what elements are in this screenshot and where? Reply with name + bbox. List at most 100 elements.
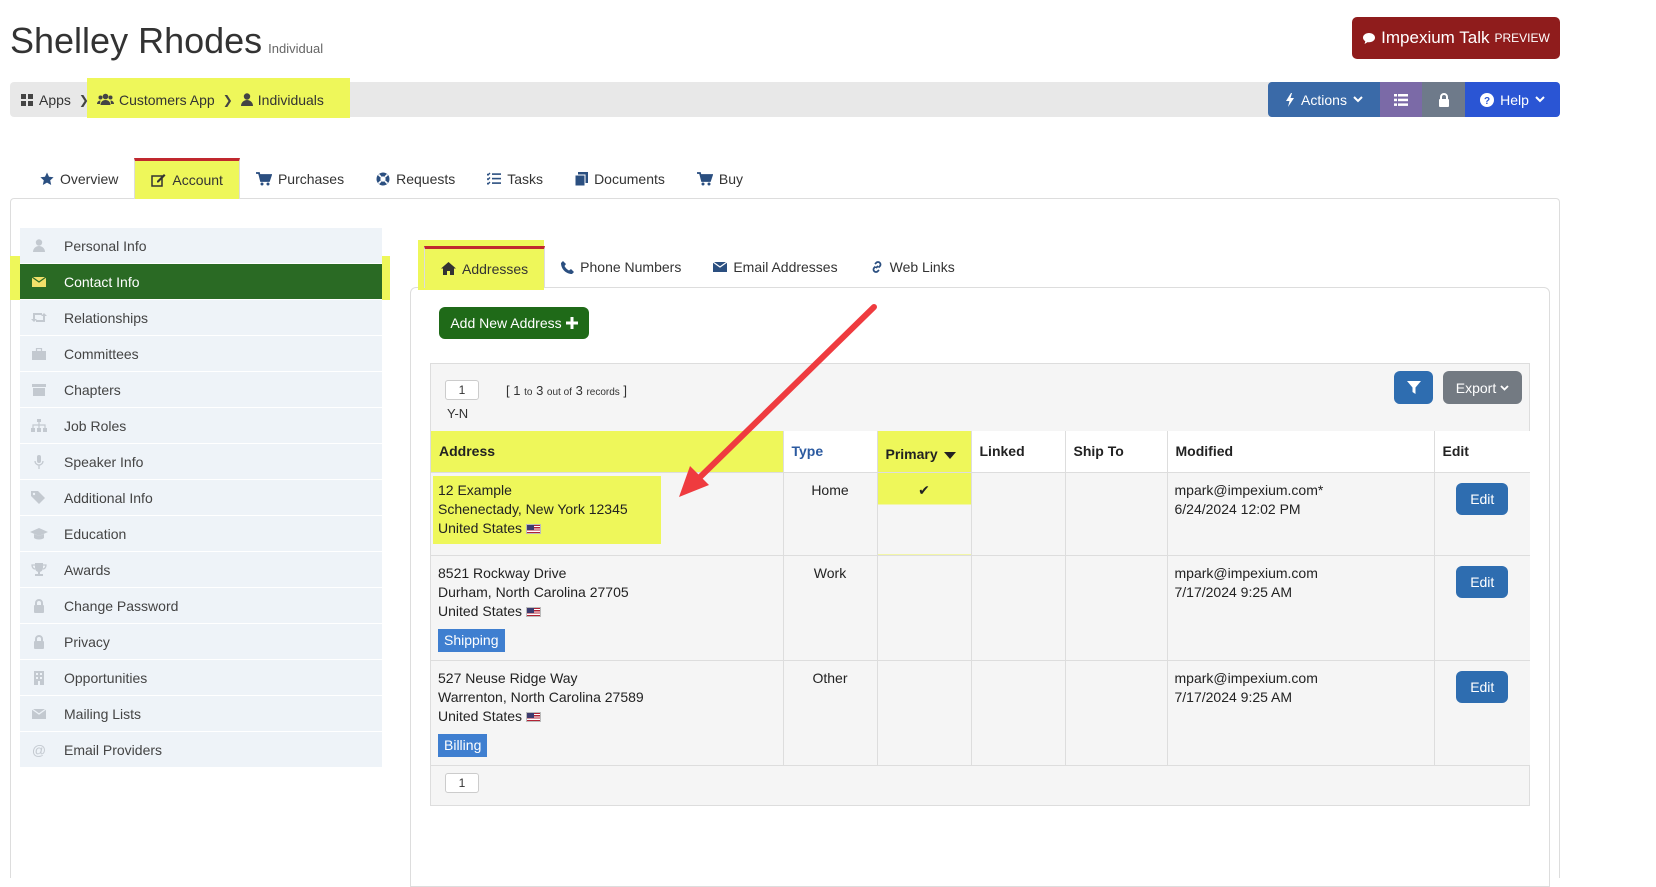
breadcrumb-apps[interactable]: Apps — [18, 92, 73, 108]
tab-label: Tasks — [507, 170, 544, 187]
chevron-right-icon: ❯ — [222, 92, 233, 107]
side-item-opportunities[interactable]: Opportunities — [20, 660, 382, 696]
address-line2: Durham, North Carolina 27705 — [438, 583, 629, 600]
us-flag-icon — [526, 523, 542, 534]
side-item-label: Relationships — [64, 309, 149, 326]
help-label: Help — [1500, 91, 1529, 108]
tab-label: Requests — [396, 170, 456, 187]
side-item-additional-info[interactable]: Additional Info — [20, 480, 382, 516]
user-icon — [20, 239, 58, 252]
customer-name: Shelley Rhodes — [10, 20, 263, 61]
tab-phone-numbers[interactable]: Phone Numbers — [545, 246, 697, 288]
chevron-right-icon: ❯ — [78, 92, 89, 107]
breadcrumb-individuals[interactable]: Individuals — [239, 92, 326, 108]
side-item-email-providers[interactable]: @ Email Providers — [20, 732, 382, 768]
side-item-committees[interactable]: Committees — [20, 336, 382, 372]
page-number-top[interactable]: 1 — [445, 380, 479, 400]
breadcrumb-label: Apps — [39, 91, 71, 108]
tab-purchases[interactable]: Purchases — [240, 158, 360, 199]
linked-cell — [970, 555, 1065, 661]
filter-button[interactable] — [1394, 371, 1433, 404]
side-item-label: Personal Info — [64, 237, 147, 254]
filter-icon — [1406, 380, 1421, 395]
edit-button[interactable]: Edit — [1456, 565, 1509, 598]
column-primary[interactable]: Primary — [876, 431, 971, 473]
add-new-address-button[interactable]: Add New Address — [439, 307, 589, 339]
side-item-education[interactable]: Education — [20, 516, 382, 552]
side-item-speaker-info[interactable]: Speaker Info — [20, 444, 382, 480]
tab-overview[interactable]: Overview — [24, 158, 134, 199]
range-total: 3 — [575, 383, 583, 398]
range-records: records — [586, 387, 620, 398]
column-type[interactable]: Type — [782, 431, 877, 473]
modified-at: 7/17/2024 9:25 AM — [1174, 583, 1293, 600]
tab-buy[interactable]: Buy — [681, 158, 759, 199]
lock-button[interactable] — [1422, 82, 1465, 117]
range-close: ] — [623, 383, 628, 398]
ship-to-cell — [1064, 660, 1167, 766]
side-item-personal-info[interactable]: Personal Info — [20, 228, 382, 264]
type-cell: Work — [782, 555, 877, 661]
type-cell: Other — [782, 660, 877, 766]
side-item-contact-info[interactable]: Contact Info — [20, 264, 382, 300]
side-item-chapters[interactable]: Chapters — [20, 372, 382, 408]
country-label: United States — [438, 519, 523, 536]
tab-addresses[interactable]: Addresses — [424, 246, 546, 288]
tab-label: Phone Numbers — [580, 259, 682, 275]
tab-requests[interactable]: Requests — [360, 158, 471, 199]
preview-badge: PREVIEW — [1494, 31, 1550, 45]
primary-cell — [876, 555, 971, 661]
tab-account[interactable]: Account — [134, 158, 240, 199]
column-address[interactable]: Address — [431, 431, 783, 473]
side-item-label: Opportunities — [64, 669, 148, 686]
trophy-icon — [20, 562, 58, 577]
side-item-label: Chapters — [64, 381, 121, 398]
export-button[interactable]: Export — [1443, 371, 1522, 404]
comment-icon — [1362, 32, 1376, 45]
tab-web-links[interactable]: Web Links — [854, 246, 971, 288]
archive-icon — [20, 383, 58, 396]
actions-button[interactable]: Actions — [1268, 82, 1380, 117]
lock-icon — [1438, 92, 1450, 107]
address-line1: 12 Example — [438, 481, 512, 498]
side-item-awards[interactable]: Awards — [20, 552, 382, 588]
tab-documents[interactable]: Documents — [559, 158, 681, 199]
page-title: Shelley Rhodes Individual — [10, 20, 323, 62]
side-item-mailing-lists[interactable]: Mailing Lists — [20, 696, 382, 732]
svg-text:?: ? — [1484, 96, 1490, 107]
contact-sub-tabs: Addresses Phone Numbers Email Addresses … — [424, 246, 971, 288]
actions-label: Actions — [1301, 91, 1347, 108]
side-item-privacy[interactable]: Privacy — [20, 624, 382, 660]
column-linked[interactable]: Linked — [970, 431, 1065, 473]
address-cell: 527 Neuse Ridge Way Warrenton, North Car… — [431, 660, 783, 766]
primary-cell: ✔ — [876, 472, 971, 556]
edit-cell: Edit — [1433, 472, 1530, 556]
record-range: [ 1 to 3 out of 3 records ] — [506, 383, 627, 398]
tab-email-addresses[interactable]: Email Addresses — [697, 246, 853, 288]
edit-button[interactable]: Edit — [1456, 482, 1509, 515]
briefcase-icon — [20, 347, 58, 360]
range-open: [ 1 — [506, 383, 521, 398]
side-item-label: Job Roles — [64, 417, 127, 434]
breadcrumb-customers-app[interactable]: Customers App — [95, 92, 217, 108]
tab-label: Overview — [60, 170, 119, 187]
side-item-label: Additional Info — [64, 489, 153, 506]
help-button[interactable]: ? Help — [1465, 82, 1560, 117]
users-icon — [96, 93, 114, 106]
user-icon — [240, 93, 253, 106]
table-header-row: Address Type Primary Linked Ship To Modi… — [431, 431, 1530, 473]
column-modified[interactable]: Modified — [1166, 431, 1434, 473]
side-item-job-roles[interactable]: Job Roles — [20, 408, 382, 444]
home-icon — [441, 262, 456, 275]
list-view-button[interactable] — [1380, 82, 1422, 117]
address-cell: 12 Example Schenectady, New York 12345 U… — [431, 472, 783, 556]
add-address-label: Add New Address — [450, 315, 562, 331]
column-ship-to[interactable]: Ship To — [1064, 431, 1167, 473]
edit-button[interactable]: Edit — [1456, 670, 1509, 703]
side-item-relationships[interactable]: Relationships — [20, 300, 382, 336]
chevron-down-icon — [1500, 384, 1509, 391]
tab-tasks[interactable]: Tasks — [471, 158, 559, 199]
page-number-bottom[interactable]: 1 — [445, 773, 479, 793]
side-item-change-password[interactable]: Change Password — [20, 588, 382, 624]
impexium-talk-button[interactable]: Impexium Talk PREVIEW — [1352, 17, 1560, 59]
